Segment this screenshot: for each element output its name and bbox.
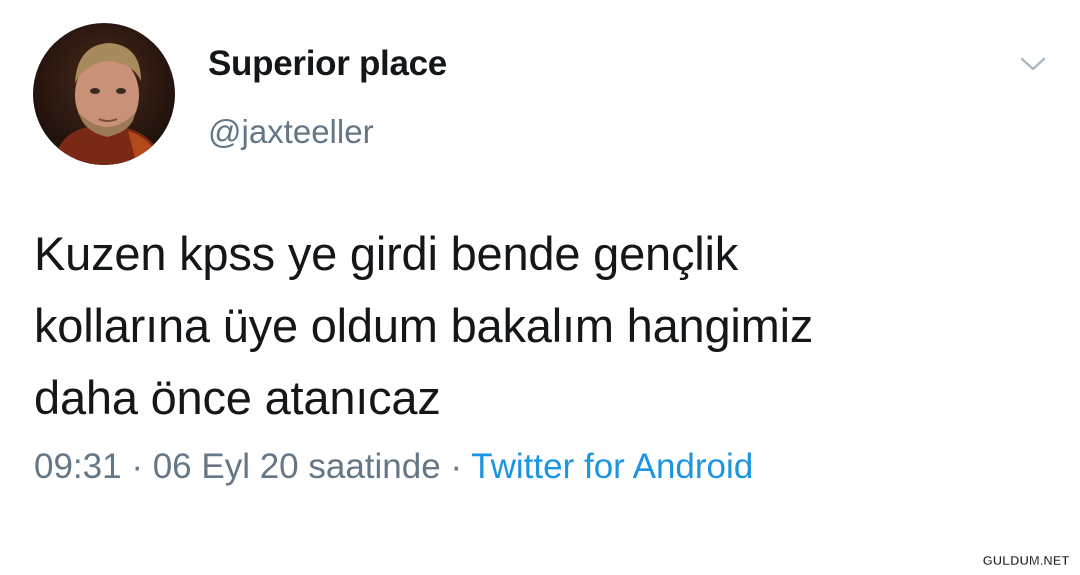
meta-separator: · bbox=[121, 447, 153, 486]
svg-text:GULDUM.NET: GULDUM.NET bbox=[983, 553, 1070, 568]
tweet-date[interactable]: 06 Eyl 20 saatinde bbox=[153, 447, 441, 486]
author-display-name[interactable]: Superior place bbox=[208, 44, 447, 84]
tweet-source-link[interactable]: Twitter for Android bbox=[471, 447, 753, 486]
tweet-metadata: 09:31 · 06 Eyl 20 saatinde · Twitter for… bbox=[34, 447, 753, 487]
meta-separator: · bbox=[440, 447, 472, 486]
tweet-text: Kuzen kpss ye girdi bende gençlik kollar… bbox=[34, 218, 1054, 434]
watermark-logo: GULDUM.NET bbox=[978, 550, 1074, 570]
tweet-text-line: Kuzen kpss ye girdi bende gençlik bbox=[34, 227, 739, 280]
profile-photo-icon bbox=[33, 23, 175, 165]
avatar[interactable] bbox=[33, 23, 175, 165]
tweet-text-line: kollarına üye oldum bakalım hangimiz bbox=[34, 299, 814, 352]
tweet-text-line: daha önce atanıcaz bbox=[34, 371, 441, 424]
chevron-down-icon[interactable] bbox=[1018, 54, 1048, 74]
author-handle[interactable]: @jaxteeller bbox=[208, 113, 374, 151]
tweet-time[interactable]: 09:31 bbox=[34, 447, 122, 486]
